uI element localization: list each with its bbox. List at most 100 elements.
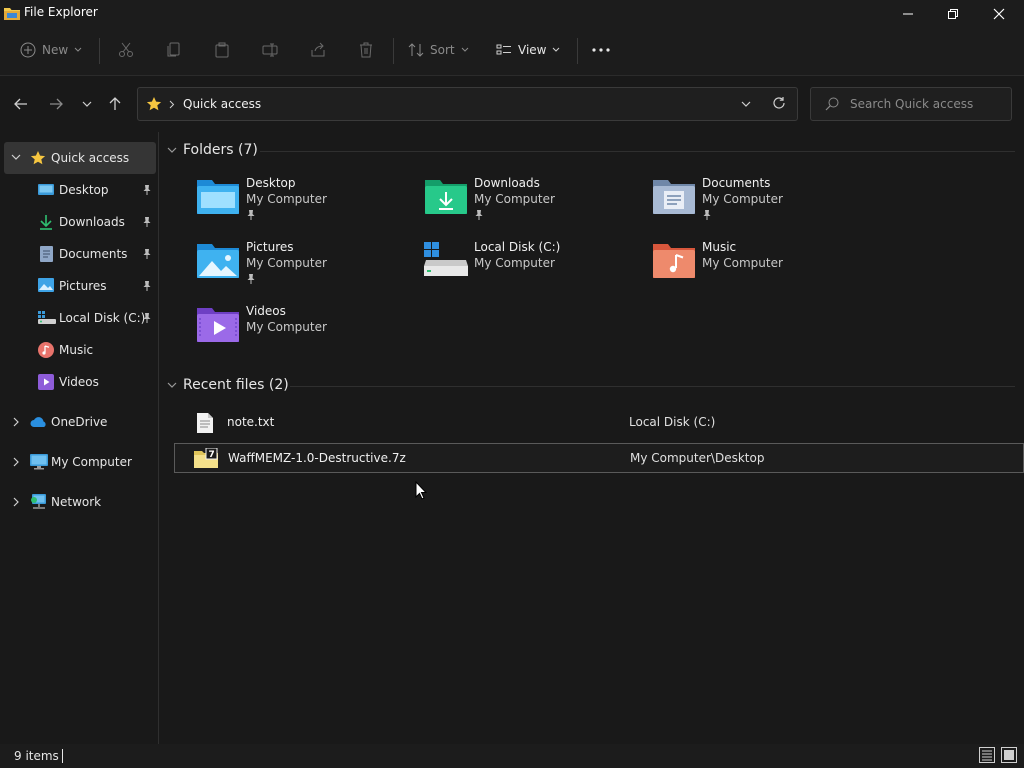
forward-button[interactable] — [44, 92, 68, 116]
nav-label: Network — [51, 495, 102, 509]
folder-location: My Computer — [246, 256, 327, 270]
folder-location: My Computer — [474, 192, 555, 206]
ellipsis-icon — [592, 48, 610, 52]
recent-file-row[interactable]: 7 WaffMEMZ-1.0-Destructive.7z My Compute… — [174, 443, 1024, 473]
nav-label: Desktop — [59, 183, 109, 197]
nav-item-desktop[interactable]: Desktop — [4, 174, 156, 206]
nav-item-pictures[interactable]: Pictures — [4, 270, 156, 302]
folder-name: Videos — [246, 304, 286, 318]
pin-icon — [702, 209, 712, 221]
breadcrumb-chevron-icon — [169, 100, 175, 109]
folder-name: Desktop — [246, 176, 296, 190]
chevron-down-icon — [553, 47, 560, 52]
status-separator — [62, 749, 63, 763]
folder-tile-downloads[interactable]: Downloads My Computer — [424, 176, 634, 228]
folder-location: My Computer — [246, 192, 327, 206]
nav-item-my-computer[interactable]: My Computer — [4, 446, 156, 478]
scissors-icon — [119, 42, 133, 57]
folder-location: My Computer — [702, 256, 783, 270]
folder-location: My Computer — [246, 320, 327, 334]
desktop-folder-icon — [196, 176, 240, 220]
nav-item-videos[interactable]: Videos — [4, 366, 156, 398]
download-arrow-icon — [38, 214, 54, 230]
breadcrumb-location[interactable]: Quick access — [183, 97, 261, 111]
separator — [99, 38, 100, 64]
minimize-icon — [903, 13, 913, 15]
nav-item-local-disk[interactable]: Local Disk (C:) — [4, 302, 156, 334]
new-button[interactable]: New — [20, 28, 82, 72]
nav-item-music[interactable]: Music — [4, 334, 156, 366]
search-box[interactable]: Search Quick access — [810, 87, 1012, 121]
content-pane: Folders (7) Desktop My Computer Download… — [160, 132, 1024, 744]
view-button[interactable]: View — [496, 28, 560, 72]
restore-button[interactable] — [930, 0, 976, 28]
folder-location: My Computer — [474, 256, 555, 270]
back-button[interactable] — [9, 92, 33, 116]
paste-button[interactable] — [214, 28, 230, 72]
chevron-down-icon[interactable] — [11, 154, 21, 160]
nav-item-documents[interactable]: Documents — [4, 238, 156, 270]
nav-item-onedrive[interactable]: OneDrive — [4, 406, 156, 438]
file-location: Local Disk (C:) — [629, 415, 716, 429]
nav-label: Local Disk (C:) — [59, 311, 146, 325]
separator — [577, 38, 578, 64]
folder-tile-documents[interactable]: Documents My Computer — [652, 176, 862, 228]
nav-item-network[interactable]: Network — [4, 486, 156, 518]
pin-icon — [246, 273, 256, 285]
nav-label: Music — [59, 343, 94, 357]
view-label: View — [518, 43, 547, 57]
share-icon — [311, 42, 325, 57]
folder-name: Local Disk (C:) — [474, 240, 561, 254]
folder-tile-local-disk[interactable]: Local Disk (C:) My Computer — [424, 240, 634, 292]
chevron-right-icon[interactable] — [13, 497, 19, 507]
chevron-right-icon[interactable] — [13, 457, 19, 467]
cut-button[interactable] — [118, 28, 134, 72]
folder-name: Downloads — [474, 176, 540, 190]
command-bar: New Sort View — [0, 28, 1024, 76]
up-button[interactable] — [103, 92, 127, 116]
close-button[interactable] — [976, 0, 1022, 28]
chevron-right-icon[interactable] — [13, 417, 19, 427]
chevron-down-icon — [167, 382, 177, 388]
pin-icon — [142, 248, 152, 260]
copy-button[interactable] — [166, 28, 182, 72]
nav-item-quick-access[interactable]: Quick access — [4, 142, 156, 174]
folder-tile-pictures[interactable]: Pictures My Computer — [196, 240, 406, 292]
sort-label: Sort — [430, 43, 455, 57]
pictures-folder-icon — [196, 240, 240, 284]
recent-files-group-header[interactable]: Recent files (2) — [167, 377, 289, 393]
recent-file-row[interactable]: note.txt Local Disk (C:) — [174, 408, 1024, 438]
recent-locations-button[interactable] — [75, 92, 99, 116]
title-bar: File Explorer — [0, 0, 1024, 28]
copy-icon — [167, 42, 180, 57]
share-button[interactable] — [310, 28, 326, 72]
pin-icon — [474, 209, 484, 221]
document-icon — [40, 246, 53, 262]
details-view-button[interactable] — [979, 747, 995, 763]
recent-files-group-title: Recent files (2) — [183, 377, 289, 393]
nav-label: My Computer — [51, 455, 132, 469]
pin-icon — [142, 312, 152, 324]
rename-button[interactable] — [262, 28, 278, 72]
folder-tile-desktop[interactable]: Desktop My Computer — [196, 176, 406, 228]
folder-tile-music[interactable]: Music My Computer — [652, 240, 862, 292]
address-row: Quick access Search Quick access — [0, 76, 1024, 132]
address-bar[interactable]: Quick access — [137, 87, 798, 121]
nav-item-downloads[interactable]: Downloads — [4, 206, 156, 238]
more-options-button[interactable] — [592, 28, 610, 72]
minimize-button[interactable] — [885, 0, 931, 28]
folder-tile-videos[interactable]: Videos My Computer — [196, 304, 406, 356]
delete-button[interactable] — [358, 28, 374, 72]
address-history-chevron-icon[interactable] — [741, 101, 751, 107]
nav-label: Downloads — [59, 215, 125, 229]
folders-group-header[interactable]: Folders (7) — [167, 142, 258, 158]
sort-button[interactable]: Sort — [408, 28, 469, 72]
close-icon — [993, 8, 1005, 20]
view-icon — [496, 44, 511, 55]
videos-folder-icon — [196, 304, 240, 348]
refresh-icon[interactable] — [772, 96, 786, 110]
details-view-icon — [979, 747, 995, 763]
large-icons-view-button[interactable] — [1001, 747, 1017, 763]
arrow-right-icon — [50, 98, 63, 110]
cloud-icon — [30, 416, 48, 428]
